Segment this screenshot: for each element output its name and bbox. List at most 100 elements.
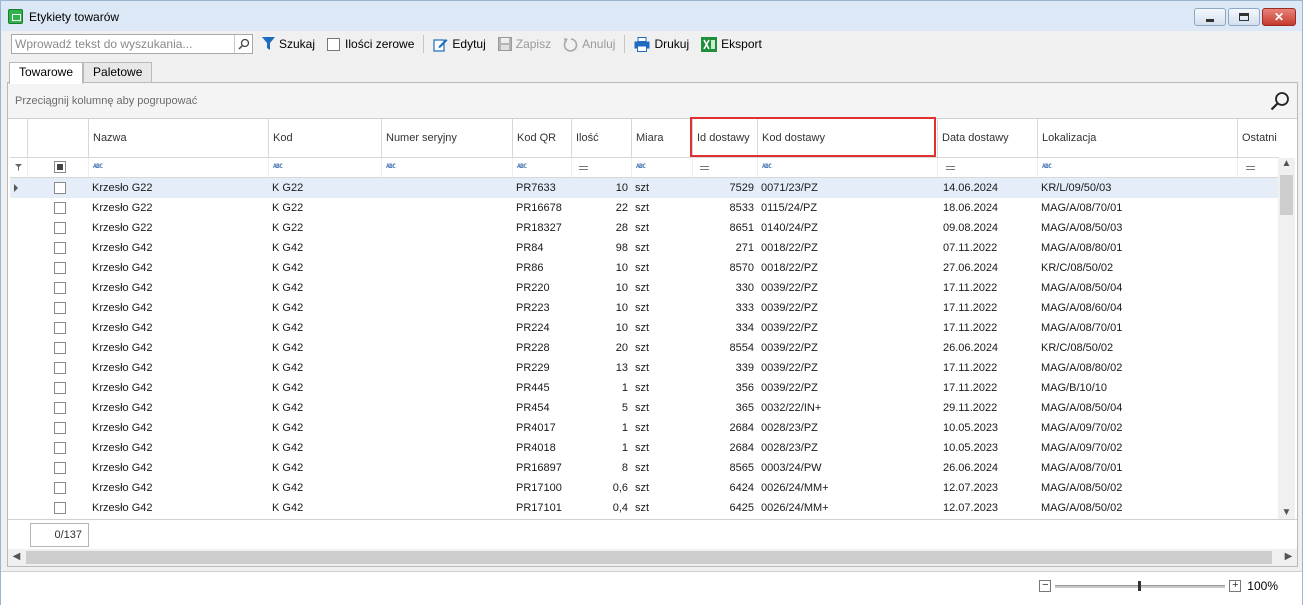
col-nazwa[interactable]: Nazwa	[89, 119, 269, 158]
table-row[interactable]: Krzesło G42 K G42 PR4017 1 szt 2684 0028/23/PZ…	[10, 418, 1279, 438]
cell-kod[interactable]: K G42	[269, 398, 382, 418]
cell-ilosc[interactable]: 22	[572, 198, 632, 218]
cell-id-dostawy[interactable]: 365	[693, 398, 758, 418]
cell-ilosc[interactable]: 1	[572, 378, 632, 398]
cell-kod-dostawy[interactable]: 0039/22/PZ	[758, 318, 938, 338]
cell-id-dostawy[interactable]: 8570	[693, 258, 758, 278]
cell-lokalizacja[interactable]: MAG/A/08/50/03	[1038, 218, 1238, 238]
find-button[interactable]: Szukaj	[259, 33, 318, 55]
cell-numer-seryjny[interactable]	[382, 238, 513, 258]
edit-button[interactable]: Edytuj	[430, 33, 488, 55]
cell-miara[interactable]: szt	[632, 438, 693, 458]
cell-ilosc[interactable]: 10	[572, 278, 632, 298]
cell-miara[interactable]: szt	[632, 318, 693, 338]
cell-lokalizacja[interactable]: MAG/B/10/10	[1038, 378, 1238, 398]
filter-id-dostawy[interactable]	[693, 158, 758, 177]
filter-kod-dostawy[interactable]: ABC	[758, 158, 938, 177]
cancel-button[interactable]: Anuluj	[560, 33, 618, 55]
cell-miara[interactable]: szt	[632, 238, 693, 258]
filter-ilosc[interactable]	[572, 158, 632, 177]
cell-data-dostawy[interactable]: 26.06.2024	[938, 338, 1038, 358]
cell-lokalizacja[interactable]: MAG/A/09/70/02	[1038, 438, 1238, 458]
table-row[interactable]: Krzesło G42 K G42 PR84 98 szt 271 0018/22/PZ 07…	[10, 238, 1279, 258]
cell-nazwa[interactable]: Krzesło G42	[89, 318, 269, 338]
cell-lokalizacja[interactable]: MAG/A/08/60/04	[1038, 298, 1238, 318]
filter-lokalizacja[interactable]: ABC	[1038, 158, 1238, 177]
cell-miara[interactable]: szt	[632, 178, 693, 198]
cell-numer-seryjny[interactable]	[382, 438, 513, 458]
cell-kod[interactable]: K G42	[269, 258, 382, 278]
cell-kod-dostawy[interactable]: 0140/24/PZ	[758, 218, 938, 238]
cell-lokalizacja[interactable]: MAG/A/08/70/01	[1038, 198, 1238, 218]
col-kod-qr[interactable]: Kod QR	[513, 119, 572, 158]
cell-kod-qr[interactable]: PR16897	[513, 458, 572, 478]
cell-id-dostawy[interactable]: 333	[693, 298, 758, 318]
cell-kod[interactable]: K G42	[269, 478, 382, 498]
row-checkbox[interactable]	[54, 422, 66, 434]
cell-kod-qr[interactable]: PR229	[513, 358, 572, 378]
cell-nazwa[interactable]: Krzesło G42	[89, 238, 269, 258]
cell-ilosc[interactable]: 1	[572, 418, 632, 438]
cell-kod[interactable]: K G42	[269, 318, 382, 338]
cell-id-dostawy[interactable]: 339	[693, 358, 758, 378]
col-miara[interactable]: Miara	[632, 119, 693, 158]
scroll-up-arrow[interactable]: ▲	[1278, 158, 1295, 169]
cell-miara[interactable]: szt	[632, 398, 693, 418]
cell-nazwa[interactable]: Krzesło G22	[89, 218, 269, 238]
cell-kod[interactable]: K G42	[269, 378, 382, 398]
table-row[interactable]: Krzesło G42 K G42 PR4018 1 szt 2684 0028/23/PZ…	[10, 438, 1279, 458]
cell-kod[interactable]: K G42	[269, 438, 382, 458]
cell-nazwa[interactable]: Krzesło G42	[89, 478, 269, 498]
cell-id-dostawy[interactable]: 2684	[693, 438, 758, 458]
cell-miara[interactable]: szt	[632, 458, 693, 478]
cell-kod[interactable]: K G42	[269, 358, 382, 378]
cell-lokalizacja[interactable]: MAG/A/08/50/04	[1038, 278, 1238, 298]
cell-data-dostawy[interactable]: 10.05.2023	[938, 438, 1038, 458]
cell-lokalizacja[interactable]: KR/C/08/50/02	[1038, 258, 1238, 278]
cell-numer-seryjny[interactable]	[382, 338, 513, 358]
cell-nazwa[interactable]: Krzesło G42	[89, 418, 269, 438]
row-checkbox[interactable]	[54, 462, 66, 474]
cell-kod-qr[interactable]: PR220	[513, 278, 572, 298]
filter-select-all[interactable]	[28, 158, 89, 177]
cell-kod-qr[interactable]: PR17101	[513, 498, 572, 518]
cell-kod-dostawy[interactable]: 0039/22/PZ	[758, 298, 938, 318]
cell-nazwa[interactable]: Krzesło G42	[89, 278, 269, 298]
col-numer-seryjny[interactable]: Numer seryjny	[382, 119, 513, 158]
zoom-slider-knob[interactable]	[1138, 580, 1142, 591]
cell-ilosc[interactable]: 0,6	[572, 478, 632, 498]
cell-ilosc[interactable]: 8	[572, 458, 632, 478]
cell-kod-qr[interactable]: PR224	[513, 318, 572, 338]
cell-ilosc[interactable]: 10	[572, 178, 632, 198]
cell-kod-qr[interactable]: PR7633	[513, 178, 572, 198]
cell-kod-dostawy[interactable]: 0018/22/PZ	[758, 258, 938, 278]
cell-data-dostawy[interactable]: 17.11.2022	[938, 318, 1038, 338]
cell-kod-dostawy[interactable]: 0115/24/PZ	[758, 198, 938, 218]
cell-numer-seryjny[interactable]	[382, 398, 513, 418]
table-row[interactable]: Krzesło G42 K G42 PR454 5 szt 365 0032/22/IN+ 2…	[10, 398, 1279, 418]
scroll-thumb[interactable]	[1280, 175, 1293, 215]
cell-numer-seryjny[interactable]	[382, 378, 513, 398]
filter-kod-qr[interactable]: ABC	[513, 158, 572, 177]
cell-kod-dostawy[interactable]: 0026/24/MM+	[758, 498, 938, 518]
scroll-down-arrow[interactable]: ▼	[1278, 507, 1295, 518]
cell-ilosc[interactable]: 20	[572, 338, 632, 358]
cell-data-dostawy[interactable]: 29.11.2022	[938, 398, 1038, 418]
cell-lokalizacja[interactable]: MAG/A/08/50/04	[1038, 398, 1238, 418]
row-checkbox[interactable]	[54, 262, 66, 274]
cell-nazwa[interactable]: Krzesło G42	[89, 438, 269, 458]
cell-miara[interactable]: szt	[632, 338, 693, 358]
cell-kod-dostawy[interactable]: 0028/23/PZ	[758, 418, 938, 438]
cell-kod-dostawy[interactable]: 0039/22/PZ	[758, 358, 938, 378]
cell-data-dostawy[interactable]: 17.11.2022	[938, 278, 1038, 298]
cell-id-dostawy[interactable]: 330	[693, 278, 758, 298]
cell-numer-seryjny[interactable]	[382, 178, 513, 198]
filter-numer-seryjny[interactable]: ABC	[382, 158, 513, 177]
cell-data-dostawy[interactable]: 09.08.2024	[938, 218, 1038, 238]
cell-numer-seryjny[interactable]	[382, 318, 513, 338]
cell-kod[interactable]: K G42	[269, 278, 382, 298]
table-row[interactable]: Krzesło G42 K G42 PR220 10 szt 330 0039/22/PZ 1…	[10, 278, 1279, 298]
cell-ilosc[interactable]: 13	[572, 358, 632, 378]
cell-kod-dostawy[interactable]: 0018/22/PZ	[758, 238, 938, 258]
scroll-right-arrow[interactable]: ▶	[1280, 551, 1297, 562]
